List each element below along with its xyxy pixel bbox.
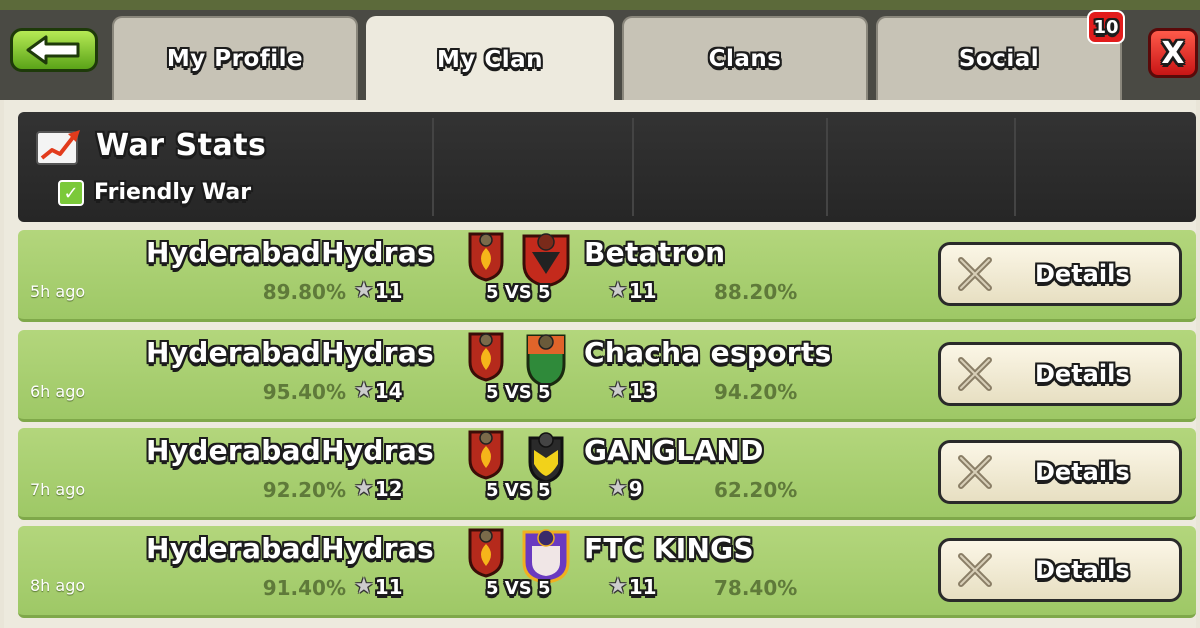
home-clan-badge-icon [468, 232, 504, 282]
details-button[interactable]: Details [938, 342, 1182, 406]
opponent-star-count: 11 [628, 278, 657, 303]
home-clan-name: HyderabadHydras [146, 434, 434, 467]
details-label: Details [1035, 260, 1130, 288]
home-star-count: 11 [374, 574, 403, 599]
home-star-count: 14 [374, 378, 403, 403]
tab-clans[interactable]: Clans [622, 16, 868, 100]
home-destruction-percent: 95.40% [262, 380, 346, 404]
opponent-destruction-percent: 78.40% [714, 576, 798, 600]
home-clan-name: HyderabadHydras [146, 236, 434, 269]
crossed-swords-icon [958, 357, 992, 391]
star-icon: ★ [354, 278, 374, 303]
opponent-destruction-percent: 88.20% [714, 280, 798, 304]
crossed-swords-icon [958, 553, 992, 587]
home-stars: ★ 11 [354, 278, 403, 303]
war-stats-title: War Stats [96, 128, 267, 163]
home-clan-name: HyderabadHydras [146, 532, 434, 565]
friendly-war-checkbox[interactable]: ✓ [58, 180, 84, 206]
opponent-stars: ★ 11 [608, 574, 657, 599]
home-star-count: 12 [374, 476, 403, 501]
home-clan-badge-icon [468, 430, 504, 480]
opponent-star-count: 9 [628, 476, 643, 501]
opponent-stars: ★ 11 [608, 278, 657, 303]
war-log-row: 8h ago HyderabadHydras FTC KINGS 91.40% … [18, 526, 1196, 618]
opponent-stars: ★ 9 [608, 476, 643, 501]
star-icon: ★ [608, 278, 628, 303]
home-star-count: 11 [374, 278, 403, 303]
home-clan-badge-icon [468, 528, 504, 578]
header-divider [1014, 118, 1016, 216]
war-size: 5 VS 5 [486, 578, 551, 599]
opponent-clan-badge-icon [522, 233, 570, 288]
star-icon: ★ [354, 574, 374, 599]
details-button[interactable]: Details [938, 538, 1182, 602]
close-button[interactable]: X [1148, 28, 1198, 78]
war-time-ago: 6h ago [30, 382, 86, 401]
star-icon: ★ [608, 378, 628, 403]
tab-social[interactable]: Social [876, 16, 1122, 100]
notification-badge: 10 [1087, 10, 1125, 44]
tab-my-profile[interactable]: My Profile [112, 16, 358, 100]
opponent-star-count: 13 [628, 378, 657, 403]
home-destruction-percent: 92.20% [262, 478, 346, 502]
war-log-row: 5h ago HyderabadHydras Betatron 89.80% ★… [18, 230, 1196, 322]
war-size: 5 VS 5 [486, 480, 551, 501]
home-stars: ★ 14 [354, 378, 403, 403]
opponent-clan-badge-icon [522, 529, 570, 584]
war-log-row: 7h ago HyderabadHydras GANGLAND 92.20% ★… [18, 428, 1196, 520]
war-size: 5 VS 5 [486, 382, 551, 403]
war-time-ago: 8h ago [30, 576, 86, 595]
friendly-war-label: Friendly War [94, 180, 252, 205]
home-destruction-percent: 89.80% [262, 280, 346, 304]
opponent-clan-badge-icon [528, 432, 564, 484]
back-button[interactable] [10, 28, 98, 72]
war-size: 5 VS 5 [486, 282, 551, 303]
header-divider [826, 118, 828, 216]
tab-my-clan[interactable]: My Clan [366, 16, 614, 102]
header-divider [632, 118, 634, 216]
opponent-destruction-percent: 62.20% [714, 478, 798, 502]
crossed-swords-icon [958, 257, 992, 291]
details-label: Details [1035, 458, 1130, 486]
details-button[interactable]: Details [938, 242, 1182, 306]
opponent-star-count: 11 [628, 574, 657, 599]
star-icon: ★ [608, 476, 628, 501]
war-stats-chart-icon [36, 130, 80, 165]
home-destruction-percent: 91.40% [262, 576, 346, 600]
home-clan-name: HyderabadHydras [146, 336, 434, 369]
war-log-row: 6h ago HyderabadHydras Chacha esports 95… [18, 330, 1196, 422]
star-icon: ★ [608, 574, 628, 599]
home-clan-badge-icon [468, 332, 504, 382]
home-stars: ★ 11 [354, 574, 403, 599]
details-label: Details [1035, 556, 1130, 584]
star-icon: ★ [354, 378, 374, 403]
opponent-stars: ★ 13 [608, 378, 657, 403]
opponent-clan-name: GANGLAND [584, 434, 764, 467]
details-label: Details [1035, 360, 1130, 388]
star-icon: ★ [354, 476, 374, 501]
opponent-clan-name: Betatron [584, 236, 726, 269]
opponent-clan-name: FTC KINGS [584, 532, 754, 565]
opponent-clan-name: Chacha esports [584, 336, 832, 369]
back-arrow-icon [26, 35, 80, 65]
top-strip [0, 0, 1200, 10]
crossed-swords-icon [958, 455, 992, 489]
header-divider [432, 118, 434, 216]
war-time-ago: 7h ago [30, 480, 86, 499]
war-time-ago: 5h ago [30, 282, 86, 301]
home-stars: ★ 12 [354, 476, 403, 501]
opponent-destruction-percent: 94.20% [714, 380, 798, 404]
opponent-clan-badge-icon [526, 334, 566, 388]
details-button[interactable]: Details [938, 440, 1182, 504]
